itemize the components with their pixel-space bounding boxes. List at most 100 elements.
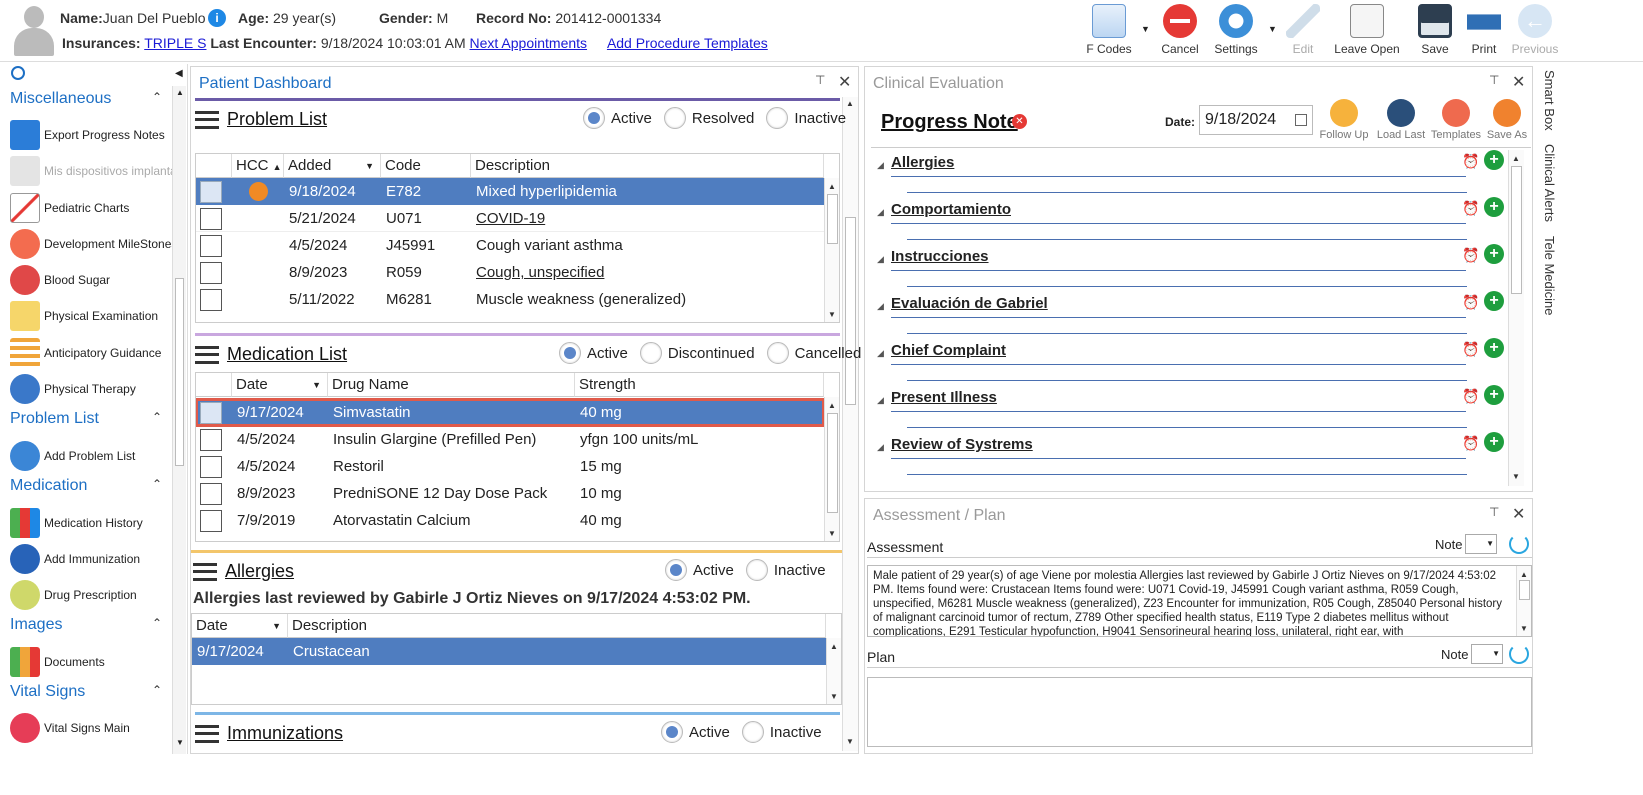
collapse-triangle-icon[interactable]: ◢	[877, 348, 884, 359]
immunizations-filter-active-radio[interactable]	[661, 721, 683, 743]
collapse-triangle-icon[interactable]: ◢	[877, 254, 884, 265]
calendar-icon[interactable]	[1295, 114, 1307, 126]
nav-item-add-problem-list[interactable]: Add Problem List	[10, 440, 180, 472]
allergies-filter-inactive-radio[interactable]	[745, 559, 768, 581]
section-chief-complaint[interactable]: ◢ Chief Complaint ⏰ +	[877, 338, 1507, 382]
section-label[interactable]: Allergies	[891, 154, 954, 171]
nav-section-images[interactable]: Images ⌃	[10, 616, 162, 634]
nav-item-medication-history[interactable]: Medication History	[10, 507, 180, 539]
collapse-triangle-icon[interactable]: ◢	[877, 301, 884, 312]
fcodes-button[interactable]: F Codes	[1079, 4, 1139, 56]
section-label[interactable]: Present Illness	[891, 389, 997, 406]
alarm-clock-icon[interactable]: ⏰	[1462, 247, 1479, 264]
immunizations-title[interactable]: Immunizations	[227, 723, 343, 744]
follow-up-button[interactable]: Follow Up	[1316, 99, 1372, 141]
insurance-link[interactable]: TRIPLE S	[144, 35, 206, 51]
alarm-clock-icon[interactable]: ⏰	[1462, 153, 1479, 170]
nav-item-vital-signs-main[interactable]: Vital Signs Main	[10, 712, 180, 744]
plan-note-dropdown[interactable]: ▼	[1471, 644, 1503, 664]
save-as-button[interactable]: Save As	[1481, 99, 1533, 141]
section-label[interactable]: Instrucciones	[891, 248, 989, 265]
add-plus-icon[interactable]: +	[1484, 197, 1504, 217]
col-hcc[interactable]: HCC ▲	[232, 154, 284, 178]
table-row[interactable]: 7/9/2019 Atorvastatin Calcium 40 mg	[196, 507, 824, 534]
col-description[interactable]: Description	[288, 614, 826, 638]
immunizations-filter-inactive-radio[interactable]	[741, 721, 764, 743]
nav-scrollbar[interactable]: ▼ ▲	[172, 86, 186, 754]
menu-icon[interactable]	[195, 345, 219, 364]
nav-item-physical-examination[interactable]: Physical Examination	[10, 300, 180, 332]
close-icon[interactable]: ✕	[1512, 72, 1525, 92]
alarm-clock-icon[interactable]: ⏰	[1462, 388, 1479, 405]
alarm-clock-icon[interactable]: ⏰	[1462, 435, 1479, 452]
nav-item-export-progress-notes[interactable]: Export Progress Notes	[10, 119, 180, 151]
section-allergies[interactable]: ◢ Allergies ⏰ +	[877, 150, 1507, 194]
alarm-clock-icon[interactable]: ⏰	[1462, 341, 1479, 358]
medication-list-title[interactable]: Medication List	[227, 344, 347, 365]
medication-filter-cancelled-radio[interactable]	[766, 342, 789, 364]
search-icon[interactable]	[11, 66, 25, 80]
section-present-illness[interactable]: ◢ Present Illness ⏰ +	[877, 385, 1507, 429]
add-plus-icon[interactable]: +	[1484, 338, 1504, 358]
add-plus-icon[interactable]: +	[1484, 291, 1504, 311]
col-date[interactable]: Date ▼	[192, 614, 288, 638]
add-procedure-templates-link[interactable]: Add Procedure Templates	[607, 35, 768, 51]
problem-list-title[interactable]: Problem List	[227, 109, 327, 130]
table-row[interactable]: 4/5/2024 Insulin Glargine (Prefilled Pen…	[196, 426, 824, 453]
alarm-clock-icon[interactable]: ⏰	[1462, 294, 1479, 311]
chevron-up-icon[interactable]: ⌃	[152, 90, 162, 104]
collapse-triangle-icon[interactable]: ◢	[877, 207, 884, 218]
row-checkbox[interactable]	[200, 402, 222, 424]
row-checkbox[interactable]	[200, 181, 222, 203]
nav-section-miscellaneous[interactable]: Miscellaneous ⌃	[10, 90, 162, 108]
menu-icon[interactable]	[193, 562, 217, 581]
section-evaluacion-gabriel[interactable]: ◢ Evaluación de Gabriel ⏰ +	[877, 291, 1507, 335]
section-review-of-systems[interactable]: ◢ Review of Systrems ⏰ +	[877, 432, 1507, 476]
menu-icon[interactable]	[195, 724, 219, 743]
col-description[interactable]: Description	[471, 154, 824, 178]
col-strength[interactable]: Strength	[575, 373, 824, 397]
refresh-icon[interactable]	[1509, 534, 1529, 554]
clinical-scrollbar[interactable]: ▲ ▼	[1508, 150, 1524, 486]
nav-item-documents[interactable]: Documents	[10, 646, 180, 678]
collapse-triangle-icon[interactable]: ◢	[877, 442, 884, 453]
nav-section-medication[interactable]: Medication ⌃	[10, 477, 162, 495]
previous-button[interactable]: ← Previous	[1505, 4, 1565, 56]
fcodes-dropdown-icon[interactable]: ▼	[1141, 24, 1150, 34]
alarm-clock-icon[interactable]: ⏰	[1462, 200, 1479, 217]
nav-item-blood-sugar[interactable]: Blood Sugar	[10, 264, 180, 296]
chevron-up-icon[interactable]: ⌃	[152, 683, 162, 697]
nav-section-vital-signs[interactable]: Vital Signs ⌃	[10, 683, 162, 701]
row-checkbox[interactable]	[200, 510, 222, 532]
table-row[interactable]: 4/5/2024 J45991 Cough variant asthma	[196, 232, 824, 259]
close-icon[interactable]: ✕	[1512, 504, 1525, 524]
problem-filter-resolved-radio[interactable]	[663, 107, 686, 129]
remove-note-icon[interactable]: ✕	[1012, 114, 1027, 129]
medication-grid-scrollbar[interactable]: ▲ ▼	[824, 397, 839, 541]
allergies-filter-active-radio[interactable]	[665, 559, 687, 581]
medication-filter-discontinued-radio[interactable]	[639, 342, 662, 364]
section-label[interactable]: Review of Systrems	[891, 436, 1033, 453]
dashboard-scrollbar[interactable]: ▲ ▼	[842, 97, 858, 751]
row-checkbox[interactable]	[200, 429, 222, 451]
menu-icon[interactable]	[195, 110, 219, 129]
row-checkbox[interactable]	[200, 289, 222, 311]
chevron-up-icon[interactable]: ⌃	[152, 477, 162, 491]
refresh-icon[interactable]	[1509, 644, 1529, 664]
problem-filter-active-radio[interactable]	[583, 107, 605, 129]
col-code[interactable]: Code	[381, 154, 471, 178]
pin-icon[interactable]: ⊤	[1489, 505, 1499, 519]
collapse-triangle-icon[interactable]: ◢	[877, 395, 884, 406]
edit-button[interactable]: Edit	[1273, 4, 1333, 56]
problem-grid-scrollbar[interactable]: ▲ ▼	[824, 178, 839, 322]
nav-item-mis-dispositivos[interactable]: Mis dispositivos implanta	[10, 155, 180, 187]
leave-open-button[interactable]: Leave Open	[1332, 4, 1402, 56]
tab-clinical-alerts[interactable]: Clinical Alerts	[1542, 144, 1557, 222]
next-appointments-link[interactable]: Next Appointments	[470, 35, 588, 51]
cancel-button[interactable]: Cancel	[1150, 4, 1210, 56]
medication-filter-active-radio[interactable]	[559, 342, 581, 364]
section-comportamiento[interactable]: ◢ Comportamiento ⏰ +	[877, 197, 1507, 241]
table-row[interactable]: 8/9/2023 R059 Cough, unspecified	[196, 259, 824, 286]
cell-description-link[interactable]: COVID-19	[471, 205, 824, 232]
table-row[interactable]: 4/5/2024 Restoril 15 mg	[196, 453, 824, 480]
